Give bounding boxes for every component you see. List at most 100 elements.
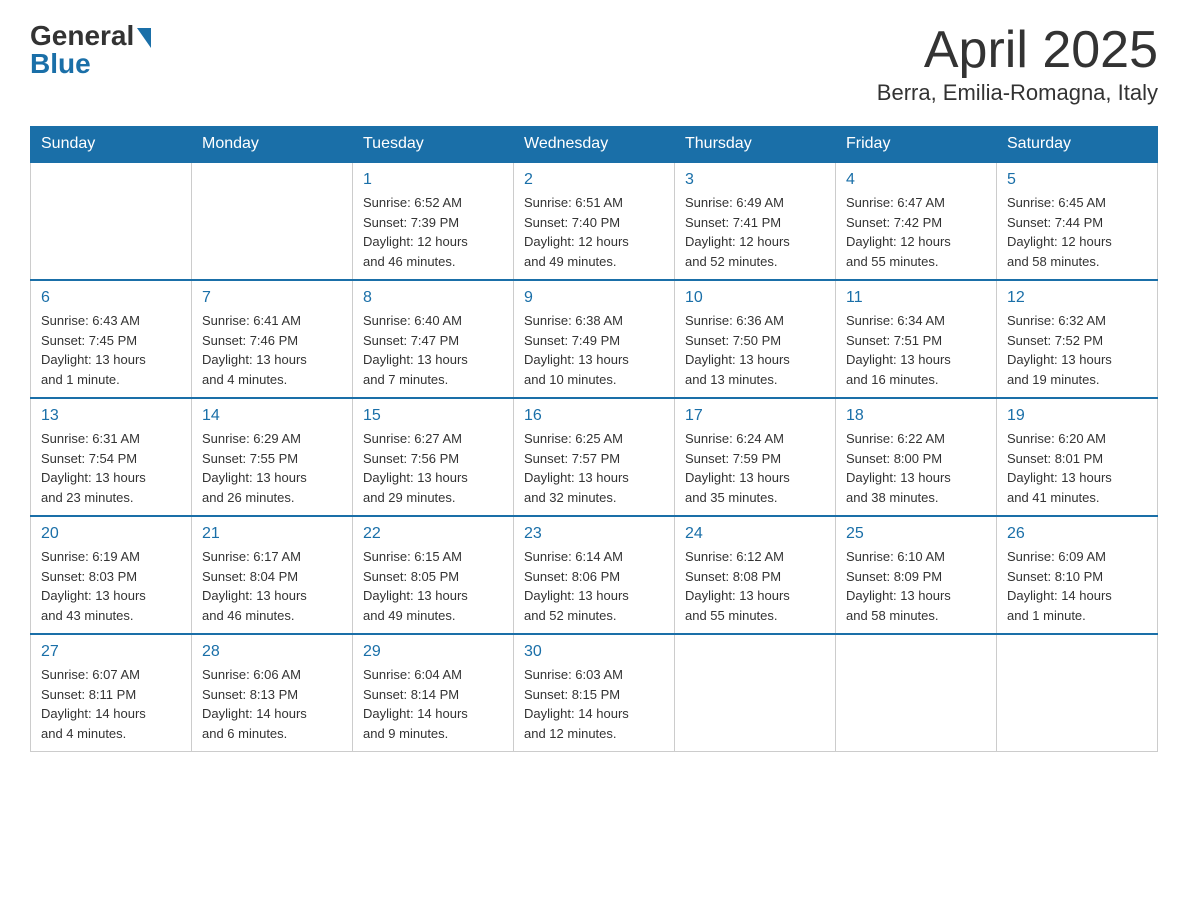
calendar-cell (192, 162, 353, 280)
page-header: General Blue April 2025 Berra, Emilia-Ro… (30, 20, 1158, 106)
calendar-cell: 7 Sunrise: 6:41 AM Sunset: 7:46 PM Daylig… (192, 280, 353, 398)
day-number: 20 (41, 525, 181, 543)
day-info: Sunrise: 6:27 AM Sunset: 7:56 PM Dayligh… (363, 429, 503, 507)
calendar-cell: 15Sunrise: 6:27 AM Sunset: 7:56 PM Dayli… (353, 398, 514, 516)
calendar-week-row: 6 Sunrise: 6:43 AM Sunset: 7:45 PM Daylig… (31, 280, 1158, 398)
day-number: 28 (202, 643, 342, 661)
calendar-cell: 30 Sunrise: 6:03 AM Sunset: 8:15 PM Dayli… (514, 634, 675, 752)
day-info: Sunrise: 6:15 AM Sunset: 8:05 PM Dayligh… (363, 547, 503, 625)
day-info: Sunrise: 6:52 AM Sunset: 7:39 PM Dayligh… (363, 193, 503, 271)
day-of-week-header: Friday (836, 127, 997, 163)
calendar-cell: 23Sunrise: 6:14 AM Sunset: 8:06 PM Dayli… (514, 516, 675, 634)
day-number: 12 (1007, 289, 1147, 307)
day-number: 7 (202, 289, 342, 307)
day-info: Sunrise: 6:40 AM Sunset: 7:47 PM Dayligh… (363, 311, 503, 389)
day-of-week-header: Tuesday (353, 127, 514, 163)
calendar-cell: 12Sunrise: 6:32 AM Sunset: 7:52 PM Dayli… (997, 280, 1158, 398)
day-number: 25 (846, 525, 986, 543)
calendar-cell: 21 Sunrise: 6:17 AM Sunset: 8:04 PM Dayli… (192, 516, 353, 634)
day-info: Sunrise: 6:19 AM Sunset: 8:03 PM Dayligh… (41, 547, 181, 625)
calendar-cell (836, 634, 997, 752)
logo-blue-text: Blue (30, 48, 91, 80)
calendar-cell: 16 Sunrise: 6:25 AM Sunset: 7:57 PM Dayli… (514, 398, 675, 516)
calendar-cell: 24 Sunrise: 6:12 AM Sunset: 8:08 PM Dayli… (675, 516, 836, 634)
day-info: Sunrise: 6:38 AM Sunset: 7:49 PM Dayligh… (524, 311, 664, 389)
day-of-week-header: Sunday (31, 127, 192, 163)
day-number: 26 (1007, 525, 1147, 543)
month-title: April 2025 (877, 20, 1158, 80)
calendar-week-row: 20 Sunrise: 6:19 AM Sunset: 8:03 PM Dayli… (31, 516, 1158, 634)
day-number: 9 (524, 289, 664, 307)
day-info: Sunrise: 6:17 AM Sunset: 8:04 PM Dayligh… (202, 547, 342, 625)
calendar-cell: 10 Sunrise: 6:36 AM Sunset: 7:50 PM Dayli… (675, 280, 836, 398)
day-number: 27 (41, 643, 181, 661)
day-info: Sunrise: 6:31 AM Sunset: 7:54 PM Dayligh… (41, 429, 181, 507)
day-number: 30 (524, 643, 664, 661)
day-number: 19 (1007, 407, 1147, 425)
calendar-cell (31, 162, 192, 280)
day-number: 11 (846, 289, 986, 307)
calendar-cell: 2Sunrise: 6:51 AM Sunset: 7:40 PM Daylig… (514, 162, 675, 280)
day-of-week-header: Wednesday (514, 127, 675, 163)
calendar-table: SundayMondayTuesdayWednesdayThursdayFrid… (30, 126, 1158, 752)
day-number: 21 (202, 525, 342, 543)
day-info: Sunrise: 6:12 AM Sunset: 8:08 PM Dayligh… (685, 547, 825, 625)
logo: General Blue (30, 20, 151, 80)
day-number: 4 (846, 171, 986, 189)
day-number: 8 (363, 289, 503, 307)
calendar-cell: 3Sunrise: 6:49 AM Sunset: 7:41 PM Daylig… (675, 162, 836, 280)
day-info: Sunrise: 6:45 AM Sunset: 7:44 PM Dayligh… (1007, 193, 1147, 271)
calendar-cell: 5Sunrise: 6:45 AM Sunset: 7:44 PM Daylig… (997, 162, 1158, 280)
calendar-cell: 11 Sunrise: 6:34 AM Sunset: 7:51 PM Dayli… (836, 280, 997, 398)
calendar-cell: 6 Sunrise: 6:43 AM Sunset: 7:45 PM Daylig… (31, 280, 192, 398)
day-info: Sunrise: 6:51 AM Sunset: 7:40 PM Dayligh… (524, 193, 664, 271)
day-info: Sunrise: 6:49 AM Sunset: 7:41 PM Dayligh… (685, 193, 825, 271)
calendar-cell: 29 Sunrise: 6:04 AM Sunset: 8:14 PM Dayli… (353, 634, 514, 752)
day-info: Sunrise: 6:06 AM Sunset: 8:13 PM Dayligh… (202, 665, 342, 743)
day-info: Sunrise: 6:34 AM Sunset: 7:51 PM Dayligh… (846, 311, 986, 389)
day-info: Sunrise: 6:09 AM Sunset: 8:10 PM Dayligh… (1007, 547, 1147, 625)
day-number: 16 (524, 407, 664, 425)
day-of-week-header: Saturday (997, 127, 1158, 163)
day-number: 18 (846, 407, 986, 425)
calendar-cell: 17Sunrise: 6:24 AM Sunset: 7:59 PM Dayli… (675, 398, 836, 516)
calendar-cell: 20 Sunrise: 6:19 AM Sunset: 8:03 PM Dayli… (31, 516, 192, 634)
title-section: April 2025 Berra, Emilia-Romagna, Italy (877, 20, 1158, 106)
day-number: 13 (41, 407, 181, 425)
calendar-cell: 26 Sunrise: 6:09 AM Sunset: 8:10 PM Dayli… (997, 516, 1158, 634)
day-info: Sunrise: 6:41 AM Sunset: 7:46 PM Dayligh… (202, 311, 342, 389)
calendar-cell: 27Sunrise: 6:07 AM Sunset: 8:11 PM Dayli… (31, 634, 192, 752)
day-info: Sunrise: 6:43 AM Sunset: 7:45 PM Dayligh… (41, 311, 181, 389)
calendar-cell: 13 Sunrise: 6:31 AM Sunset: 7:54 PM Dayli… (31, 398, 192, 516)
day-number: 6 (41, 289, 181, 307)
calendar-cell (675, 634, 836, 752)
calendar-cell: 28 Sunrise: 6:06 AM Sunset: 8:13 PM Dayli… (192, 634, 353, 752)
day-info: Sunrise: 6:04 AM Sunset: 8:14 PM Dayligh… (363, 665, 503, 743)
calendar-cell: 19 Sunrise: 6:20 AM Sunset: 8:01 PM Dayli… (997, 398, 1158, 516)
calendar-header-row: SundayMondayTuesdayWednesdayThursdayFrid… (31, 127, 1158, 163)
day-number: 22 (363, 525, 503, 543)
day-info: Sunrise: 6:29 AM Sunset: 7:55 PM Dayligh… (202, 429, 342, 507)
calendar-cell: 4Sunrise: 6:47 AM Sunset: 7:42 PM Daylig… (836, 162, 997, 280)
calendar-cell: 9 Sunrise: 6:38 AM Sunset: 7:49 PM Daylig… (514, 280, 675, 398)
calendar-cell: 18 Sunrise: 6:22 AM Sunset: 8:00 PM Dayli… (836, 398, 997, 516)
day-number: 24 (685, 525, 825, 543)
logo-triangle-icon (137, 28, 151, 48)
calendar-cell: 14 Sunrise: 6:29 AM Sunset: 7:55 PM Dayli… (192, 398, 353, 516)
day-number: 10 (685, 289, 825, 307)
day-info: Sunrise: 6:24 AM Sunset: 7:59 PM Dayligh… (685, 429, 825, 507)
day-of-week-header: Monday (192, 127, 353, 163)
day-info: Sunrise: 6:36 AM Sunset: 7:50 PM Dayligh… (685, 311, 825, 389)
day-info: Sunrise: 6:03 AM Sunset: 8:15 PM Dayligh… (524, 665, 664, 743)
day-number: 29 (363, 643, 503, 661)
calendar-week-row: 27Sunrise: 6:07 AM Sunset: 8:11 PM Dayli… (31, 634, 1158, 752)
calendar-week-row: 1Sunrise: 6:52 AM Sunset: 7:39 PM Daylig… (31, 162, 1158, 280)
calendar-cell: 25Sunrise: 6:10 AM Sunset: 8:09 PM Dayli… (836, 516, 997, 634)
calendar-cell: 8 Sunrise: 6:40 AM Sunset: 7:47 PM Daylig… (353, 280, 514, 398)
day-info: Sunrise: 6:25 AM Sunset: 7:57 PM Dayligh… (524, 429, 664, 507)
calendar-cell: 22 Sunrise: 6:15 AM Sunset: 8:05 PM Dayli… (353, 516, 514, 634)
day-info: Sunrise: 6:14 AM Sunset: 8:06 PM Dayligh… (524, 547, 664, 625)
day-info: Sunrise: 6:20 AM Sunset: 8:01 PM Dayligh… (1007, 429, 1147, 507)
day-info: Sunrise: 6:22 AM Sunset: 8:00 PM Dayligh… (846, 429, 986, 507)
day-number: 14 (202, 407, 342, 425)
